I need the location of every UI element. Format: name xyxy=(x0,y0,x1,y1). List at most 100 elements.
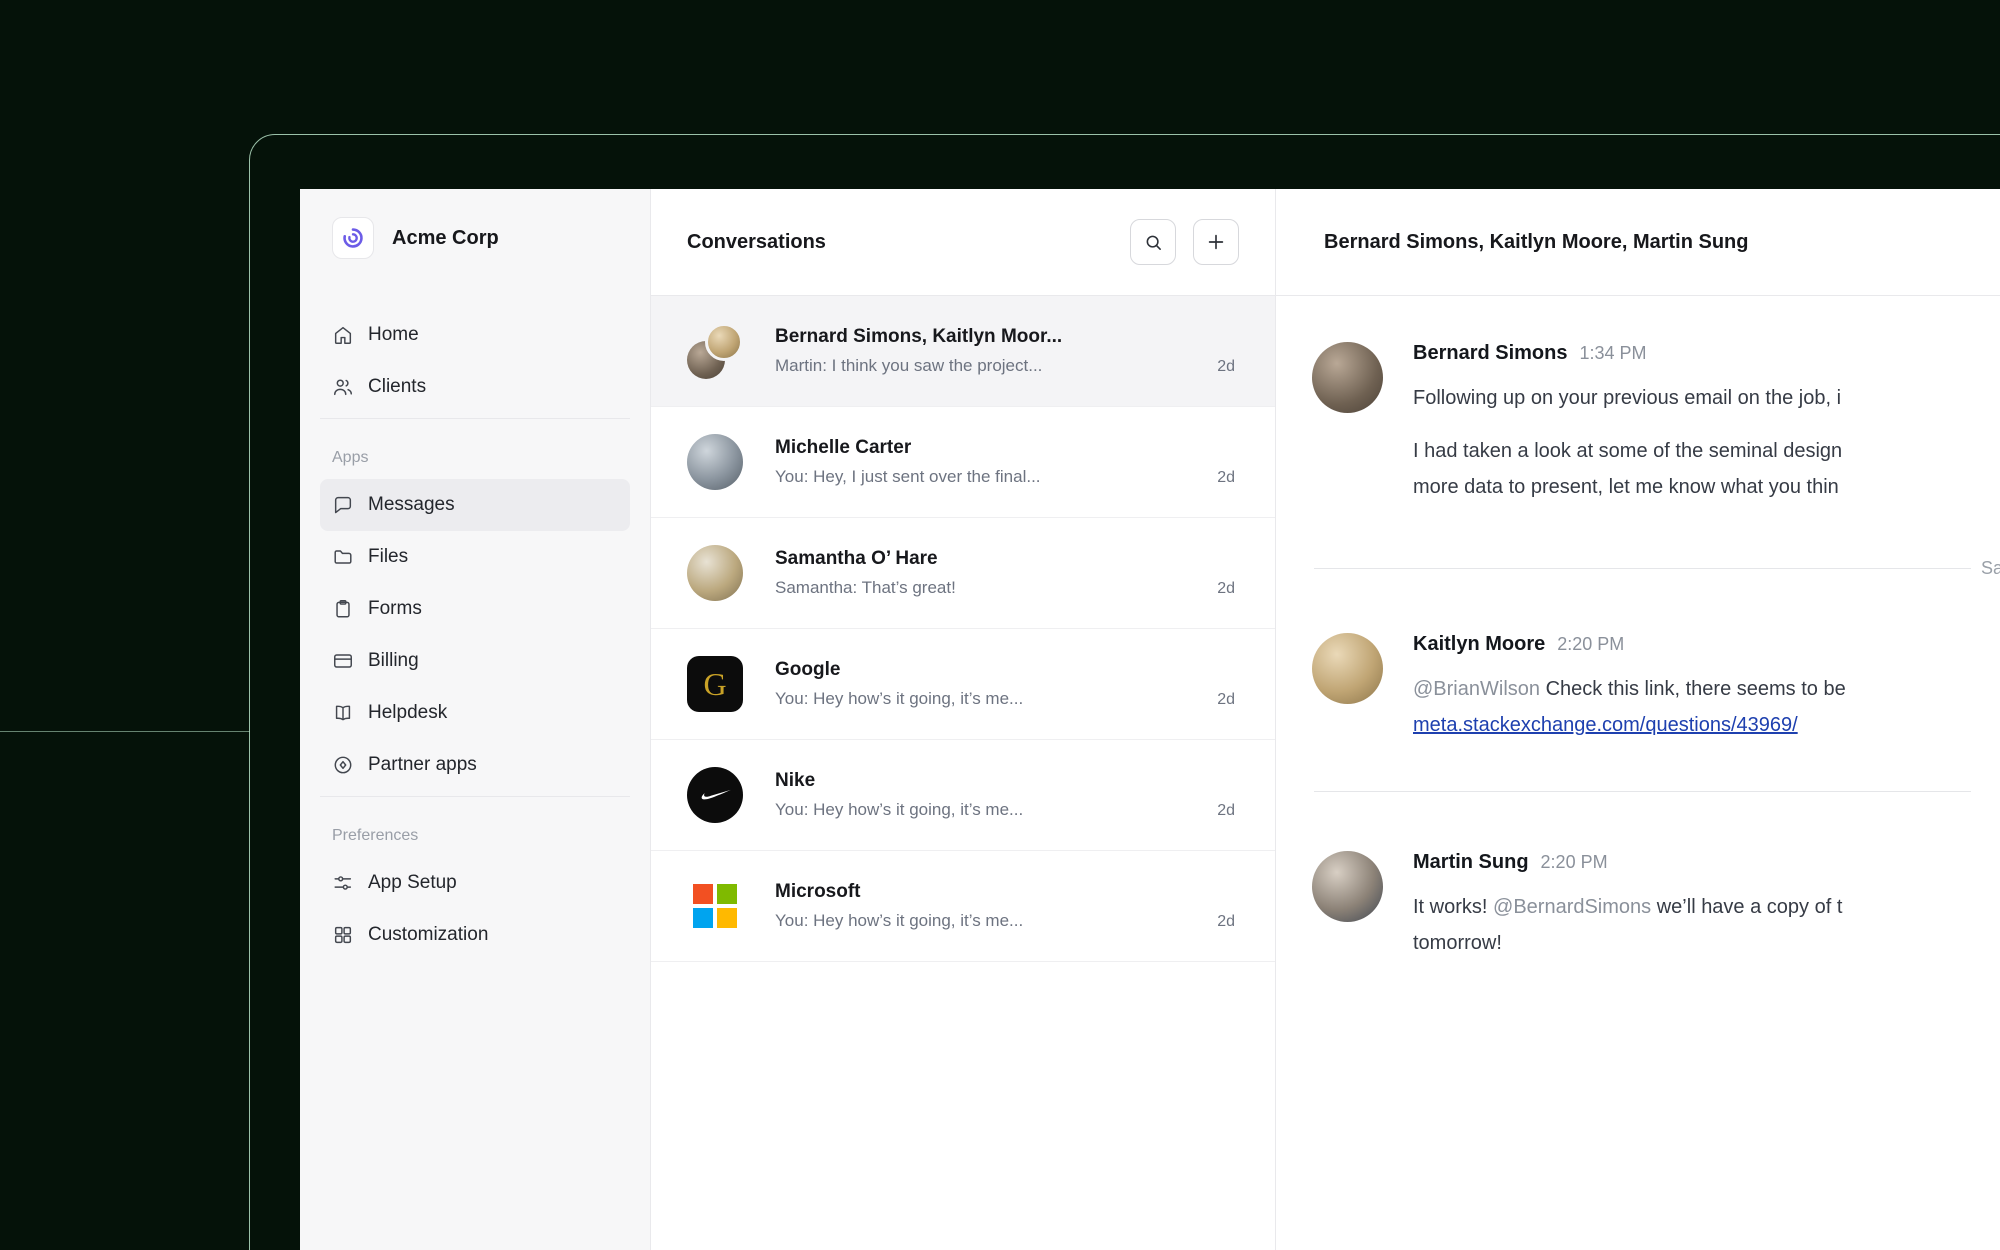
message-text: @BrianWilson Check this link, there seem… xyxy=(1413,678,1846,700)
sidebar-item-label: Files xyxy=(368,546,409,567)
sidebar-item-home[interactable]: Home xyxy=(320,309,630,361)
user-mention[interactable]: @BrianWilson xyxy=(1413,678,1540,700)
conversation-title: Michelle Carter xyxy=(775,437,912,458)
message-head: Kaitlyn Moore 2:20 PM xyxy=(1413,633,1846,663)
brand: Acme Corp xyxy=(320,217,630,259)
message-content: Kaitlyn Moore 2:20 PM @BrianWilson Check… xyxy=(1413,633,1846,743)
conversations-title: Conversations xyxy=(687,230,826,253)
sidebar: Acme Corp Home Clients Apps Messages Fil… xyxy=(300,189,651,1250)
conversation-row-nike[interactable]: Nike You: Hey how’s it going, it’s me...… xyxy=(651,740,1275,851)
conversation-list-panel: Conversations Bernard Simons, Kaitlyn Mo… xyxy=(651,189,1276,1250)
conversation-meta: Samantha O’ Hare Samantha: That’s great! xyxy=(775,548,956,598)
sidebar-item-label: Messages xyxy=(368,494,455,515)
users-icon xyxy=(332,376,354,398)
sidebar-item-label: App Setup xyxy=(368,872,457,893)
message-text: Following up on your previous email on t… xyxy=(1413,387,1842,409)
home-icon xyxy=(332,324,354,346)
divider-label: Sa xyxy=(1981,558,2000,578)
sidebar-item-messages[interactable]: Messages xyxy=(320,479,630,531)
plus-icon xyxy=(1205,231,1227,253)
sidebar-item-customization[interactable]: Customization xyxy=(320,909,630,961)
message-author: Kaitlyn Moore xyxy=(1413,633,1546,655)
avatar xyxy=(687,434,743,490)
sidebar-item-helpdesk[interactable]: Helpdesk xyxy=(320,687,630,739)
message-text: meta.stackexchange.com/questions/43969/ xyxy=(1413,707,1846,743)
message-text: I had taken a look at some of the semina… xyxy=(1413,440,1843,462)
message-time: 2:20 PM xyxy=(1557,634,1625,654)
message-time: 2:20 PM xyxy=(1540,852,1608,872)
message-list: Bernard Simons 1:34 PM Following up on y… xyxy=(1276,296,2000,961)
conversation-time: 2d xyxy=(1217,358,1235,375)
nike-logo-icon xyxy=(687,767,743,823)
message-martin: Martin Sung 2:20 PM It works! @BernardSi… xyxy=(1312,851,2000,961)
conversation-title: Samantha O’ Hare xyxy=(775,548,938,569)
message-time: 1:34 PM xyxy=(1579,343,1647,363)
microsoft-logo-icon xyxy=(687,878,743,934)
sidebar-item-app-setup[interactable]: App Setup xyxy=(320,857,630,909)
conversation-meta: Bernard Simons, Kaitlyn Moor... Martin: … xyxy=(775,326,1062,376)
sidebar-item-files[interactable]: Files xyxy=(320,531,630,583)
conversation-title: Google xyxy=(775,659,841,680)
message-bernard: Bernard Simons 1:34 PM Following up on y… xyxy=(1312,342,2000,505)
sidebar-item-label: Helpdesk xyxy=(368,702,448,723)
conversation-preview: Martin: I think you saw the project... xyxy=(775,356,1043,375)
avatar xyxy=(705,323,743,361)
chat-panel: Bernard Simons, Kaitlyn Moore, Martin Su… xyxy=(1276,189,2000,1250)
conversation-title: Microsoft xyxy=(775,881,861,902)
badge-icon xyxy=(332,754,354,776)
conversation-row-microsoft[interactable]: Microsoft You: Hey how’s it going, it’s … xyxy=(651,851,1275,962)
sidebar-item-billing[interactable]: Billing xyxy=(320,635,630,687)
conversation-preview: You: Hey how’s it going, it’s me... xyxy=(775,800,1024,819)
sidebar-item-label: Partner apps xyxy=(368,754,477,775)
sidebar-item-forms[interactable]: Forms xyxy=(320,583,630,635)
frame-accent-line xyxy=(0,731,250,732)
search-icon xyxy=(1143,232,1164,253)
divider-line xyxy=(1314,568,1971,569)
chat-title: Bernard Simons, Kaitlyn Moore, Martin Su… xyxy=(1324,230,1749,253)
user-mention[interactable]: @BernardSimons xyxy=(1493,896,1651,918)
brand-logo-icon xyxy=(332,217,374,259)
google-logo-icon: G xyxy=(687,656,743,712)
conversation-preview: You: Hey how’s it going, it’s me... xyxy=(775,689,1024,708)
group-avatar xyxy=(687,323,743,379)
search-button[interactable] xyxy=(1130,219,1176,265)
message-content: Bernard Simons 1:34 PM Following up on y… xyxy=(1413,342,1842,505)
conversation-preview: You: Hey how’s it going, it’s me... xyxy=(775,911,1024,930)
brand-name: Acme Corp xyxy=(392,226,499,249)
divider-line xyxy=(1314,791,1971,792)
conversation-preview: You: Hey, I just sent over the final... xyxy=(775,467,1041,486)
sidebar-section-preferences: Preferences xyxy=(332,827,419,844)
message-link[interactable]: meta.stackexchange.com/questions/43969/ xyxy=(1413,714,1798,736)
conversation-title: Nike xyxy=(775,770,816,791)
new-conversation-button[interactable] xyxy=(1193,219,1239,265)
date-divider xyxy=(1314,791,2000,792)
sidebar-nav: Home Clients Apps Messages Files Forms B… xyxy=(320,309,630,961)
message-head: Bernard Simons 1:34 PM xyxy=(1413,342,1842,372)
message-text: tomorrow! xyxy=(1413,932,1502,954)
conversation-row-samantha[interactable]: Samantha O’ Hare Samantha: That’s great!… xyxy=(651,518,1275,629)
date-divider: Sa xyxy=(1314,558,2000,579)
conversation-row-group[interactable]: Bernard Simons, Kaitlyn Moor... Martin: … xyxy=(651,296,1275,407)
sidebar-item-partner-apps[interactable]: Partner apps xyxy=(320,739,630,791)
clipboard-icon xyxy=(332,598,354,620)
conversation-row-google[interactable]: G Google You: Hey how’s it going, it’s m… xyxy=(651,629,1275,740)
conversation-time: 2d xyxy=(1217,691,1235,708)
message-author: Bernard Simons xyxy=(1413,342,1568,364)
grid-icon xyxy=(332,924,354,946)
message-kaitlyn: Kaitlyn Moore 2:20 PM @BrianWilson Check… xyxy=(1312,633,2000,743)
sidebar-item-label: Clients xyxy=(368,376,427,397)
conversation-list-header: Conversations xyxy=(651,189,1275,296)
conversation-meta: Microsoft You: Hey how’s it going, it’s … xyxy=(775,881,1023,931)
conversation-meta: Nike You: Hey how’s it going, it’s me... xyxy=(775,770,1023,820)
sidebar-item-clients[interactable]: Clients xyxy=(320,361,630,413)
conversation-time: 2d xyxy=(1217,802,1235,819)
sidebar-item-label: Forms xyxy=(368,598,422,619)
sidebar-item-label: Home xyxy=(368,324,419,345)
avatar xyxy=(1312,342,1383,413)
conversation-preview: Samantha: That’s great! xyxy=(775,578,956,597)
app-window: Acme Corp Home Clients Apps Messages Fil… xyxy=(300,189,2000,1250)
conversation-row-michelle[interactable]: Michelle Carter You: Hey, I just sent ov… xyxy=(651,407,1275,518)
conversation-time: 2d xyxy=(1217,469,1235,486)
sidebar-item-label: Customization xyxy=(368,924,489,945)
chat-bubble-icon xyxy=(332,494,354,516)
